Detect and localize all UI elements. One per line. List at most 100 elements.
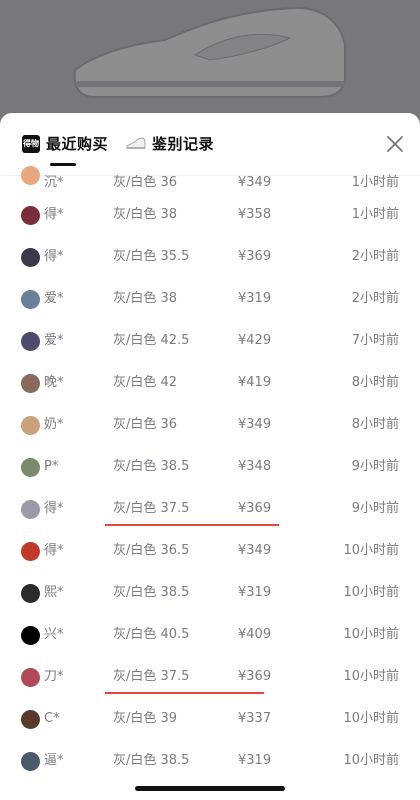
purchase-time: 2小时前 bbox=[351, 291, 399, 306]
size-spec: 灰/白色 38.5 bbox=[113, 753, 190, 768]
size-spec: 灰/白色 38.5 bbox=[113, 459, 190, 474]
size-spec: 灰/白色 37.5 bbox=[113, 669, 190, 684]
buyer-name: 逼* bbox=[44, 753, 64, 768]
size-spec: 灰/白色 38.5 bbox=[113, 585, 190, 600]
list-item: 熙* 灰/白色 38.5 ¥319 10小时前 bbox=[0, 572, 420, 614]
buyer-name: 得* bbox=[44, 207, 64, 222]
brand-logo-icon: 得物 bbox=[22, 134, 40, 153]
buyer-name: 得* bbox=[44, 543, 64, 558]
purchase-time: 10小时前 bbox=[343, 585, 399, 600]
size-spec: 灰/白色 36 bbox=[113, 417, 178, 432]
list-item: P* 灰/白色 38.5 ¥348 9小时前 bbox=[0, 446, 420, 488]
tab-authentication-records[interactable]: 鉴别记录 bbox=[126, 133, 214, 154]
buyer-name: 爱* bbox=[44, 291, 64, 306]
purchase-time: 9小时前 bbox=[351, 459, 399, 474]
list-item: 兴* 灰/白色 40.5 ¥409 10小时前 bbox=[0, 614, 420, 656]
tab-recent-purchases[interactable]: 得物 最近购买 bbox=[22, 133, 108, 154]
buyer-name: C* bbox=[44, 711, 60, 726]
purchase-time: 10小时前 bbox=[343, 543, 399, 558]
price: ¥369 bbox=[238, 669, 272, 684]
buyer-name: 沉* bbox=[44, 175, 64, 190]
size-spec: 灰/白色 36.5 bbox=[113, 543, 190, 558]
buyer-name: 奶* bbox=[44, 417, 64, 432]
price: ¥419 bbox=[238, 375, 272, 390]
buyer-name: 晚* bbox=[44, 375, 64, 390]
list-item: 得* 灰/白色 38 ¥358 1小时前 bbox=[0, 194, 420, 236]
sheet-header: 得物 最近购买 鉴别记录 bbox=[0, 113, 420, 176]
purchase-list[interactable]: 沉* 灰/白色 36 ¥349 1小时前 得* 灰/白色 38 ¥358 1小时前 得* 灰/白色… bbox=[0, 166, 420, 782]
avatar bbox=[21, 626, 40, 645]
buyer-name: 熙* bbox=[44, 585, 64, 600]
avatar bbox=[21, 332, 40, 351]
avatar bbox=[21, 500, 40, 519]
avatar bbox=[21, 206, 40, 225]
purchase-time: 10小时前 bbox=[343, 627, 399, 642]
price: ¥409 bbox=[238, 627, 272, 642]
close-icon[interactable] bbox=[386, 135, 404, 153]
list-item: 得* 灰/白色 36.5 ¥349 10小时前 bbox=[0, 530, 420, 572]
avatar bbox=[21, 542, 40, 561]
price: ¥349 bbox=[238, 175, 272, 190]
buyer-name: P* bbox=[44, 459, 59, 474]
recent-purchases-sheet: 得物 最近购买 鉴别记录 沉* 灰/白色 36 ¥349 1小时前 得* 灰/白色 38 ¥… bbox=[0, 113, 420, 800]
sneaker-icon bbox=[126, 136, 146, 149]
avatar bbox=[21, 752, 40, 771]
avatar bbox=[21, 290, 40, 309]
size-spec: 灰/白色 36 bbox=[113, 175, 178, 190]
price: ¥319 bbox=[238, 753, 272, 768]
size-spec: 灰/白色 38 bbox=[113, 291, 178, 306]
avatar bbox=[21, 710, 40, 729]
purchase-time: 10小时前 bbox=[343, 669, 399, 684]
highlight-underline bbox=[105, 692, 264, 694]
size-spec: 灰/白色 38 bbox=[113, 207, 178, 222]
buyer-name: 得* bbox=[44, 501, 64, 516]
price: ¥358 bbox=[238, 207, 272, 222]
tab-label: 最近购买 bbox=[46, 135, 109, 153]
active-tab-indicator bbox=[50, 163, 76, 166]
price: ¥369 bbox=[238, 249, 272, 264]
list-item: C* 灰/白色 39 ¥337 10小时前 bbox=[0, 698, 420, 740]
avatar bbox=[21, 374, 40, 393]
purchase-time: 2小时前 bbox=[351, 249, 399, 264]
avatar bbox=[21, 458, 40, 477]
avatar bbox=[21, 668, 40, 687]
price: ¥319 bbox=[238, 585, 272, 600]
list-item: 爱* 灰/白色 38 ¥319 2小时前 bbox=[0, 278, 420, 320]
purchase-time: 1小时前 bbox=[351, 207, 399, 222]
list-item: 得* 灰/白色 37.5 ¥369 9小时前 bbox=[0, 488, 420, 530]
home-indicator[interactable] bbox=[135, 786, 285, 791]
purchase-time: 8小时前 bbox=[351, 417, 399, 432]
size-spec: 灰/白色 40.5 bbox=[113, 627, 190, 642]
list-item: 奶* 灰/白色 36 ¥349 8小时前 bbox=[0, 404, 420, 446]
tab-label: 鉴别记录 bbox=[152, 135, 215, 153]
purchase-time: 7小时前 bbox=[351, 333, 399, 348]
buyer-name: 兴* bbox=[44, 627, 64, 642]
avatar bbox=[21, 584, 40, 603]
buyer-name: 得* bbox=[44, 249, 64, 264]
size-spec: 灰/白色 37.5 bbox=[113, 501, 190, 516]
size-spec: 灰/白色 42.5 bbox=[113, 333, 190, 348]
list-item: 刀* 灰/白色 37.5 ¥369 10小时前 bbox=[0, 656, 420, 698]
list-item: 得* 灰/白色 35.5 ¥369 2小时前 bbox=[0, 236, 420, 278]
size-spec: 灰/白色 42 bbox=[113, 375, 178, 390]
purchase-time: 10小时前 bbox=[343, 711, 399, 726]
avatar bbox=[21, 166, 40, 185]
price: ¥349 bbox=[238, 543, 272, 558]
highlight-underline bbox=[105, 524, 279, 526]
purchase-time: 10小时前 bbox=[343, 753, 399, 768]
avatar bbox=[21, 416, 40, 435]
size-spec: 灰/白色 35.5 bbox=[113, 249, 190, 264]
price: ¥349 bbox=[238, 417, 272, 432]
price: ¥337 bbox=[238, 711, 272, 726]
price: ¥319 bbox=[238, 291, 272, 306]
avatar bbox=[21, 248, 40, 267]
purchase-time: 1小时前 bbox=[351, 175, 399, 190]
buyer-name: 刀* bbox=[44, 669, 64, 684]
list-item: 逼* 灰/白色 38.5 ¥319 10小时前 bbox=[0, 740, 420, 782]
price: ¥369 bbox=[238, 501, 272, 516]
price: ¥429 bbox=[238, 333, 272, 348]
list-item: 沉* 灰/白色 36 ¥349 1小时前 bbox=[0, 166, 420, 194]
list-item: 爱* 灰/白色 42.5 ¥429 7小时前 bbox=[0, 320, 420, 362]
price: ¥348 bbox=[238, 459, 272, 474]
purchase-time: 9小时前 bbox=[351, 501, 399, 516]
